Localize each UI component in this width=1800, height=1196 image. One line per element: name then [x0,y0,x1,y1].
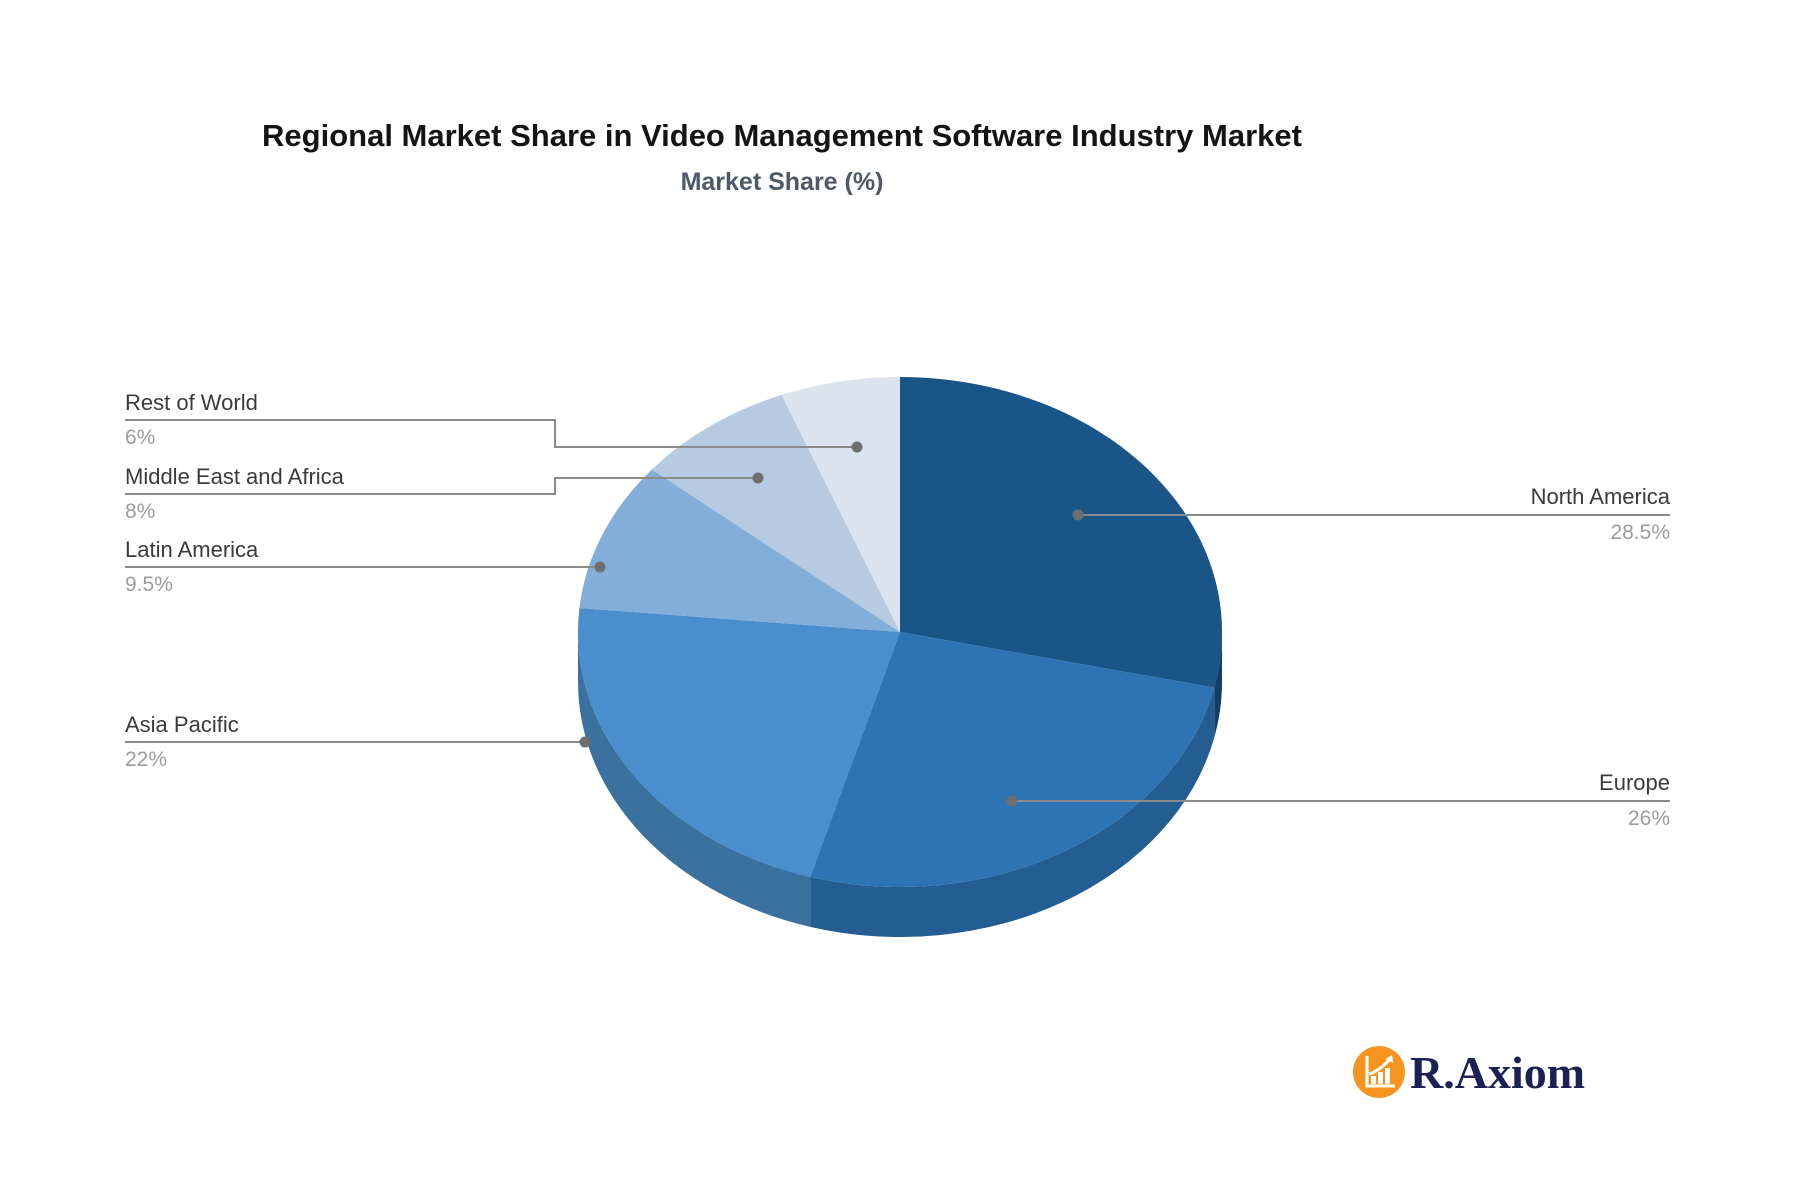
pie-chart [125,377,1670,937]
label-asia-pacific: Asia Pacific [125,712,239,737]
leader-dot-latin-america [594,561,606,573]
label-rest-of-world: Rest of World [125,390,258,415]
leader-dot-north-america [1072,509,1084,521]
value-middle-east-and-africa: 8% [125,500,156,523]
value-rest-of-world: 6% [125,426,156,449]
label-europe: Europe [1599,770,1670,795]
brand-logo-text: R.Axiom [1410,1046,1586,1098]
label-north-america: North America [1530,484,1670,509]
value-asia-pacific: 22% [125,748,168,771]
label-latin-america: Latin America [125,537,259,562]
chart-canvas: Regional Market Share in Video Managemen… [0,0,1800,1196]
leader-dot-asia-pacific [579,736,591,748]
brand-logo: R.Axiom [1352,1043,1585,1101]
label-middle-east-and-africa: Middle East and Africa [125,464,344,489]
value-latin-america: 9.5% [125,573,173,596]
leader-dot-rest-of-world [851,441,863,453]
bar-chart-logo-icon [1353,1046,1405,1098]
value-europe: 26% [1627,807,1670,830]
value-north-america: 28.5% [1610,521,1670,544]
leader-dot-europe [1006,795,1018,807]
leader-dot-middle-east-and-africa [752,472,764,484]
